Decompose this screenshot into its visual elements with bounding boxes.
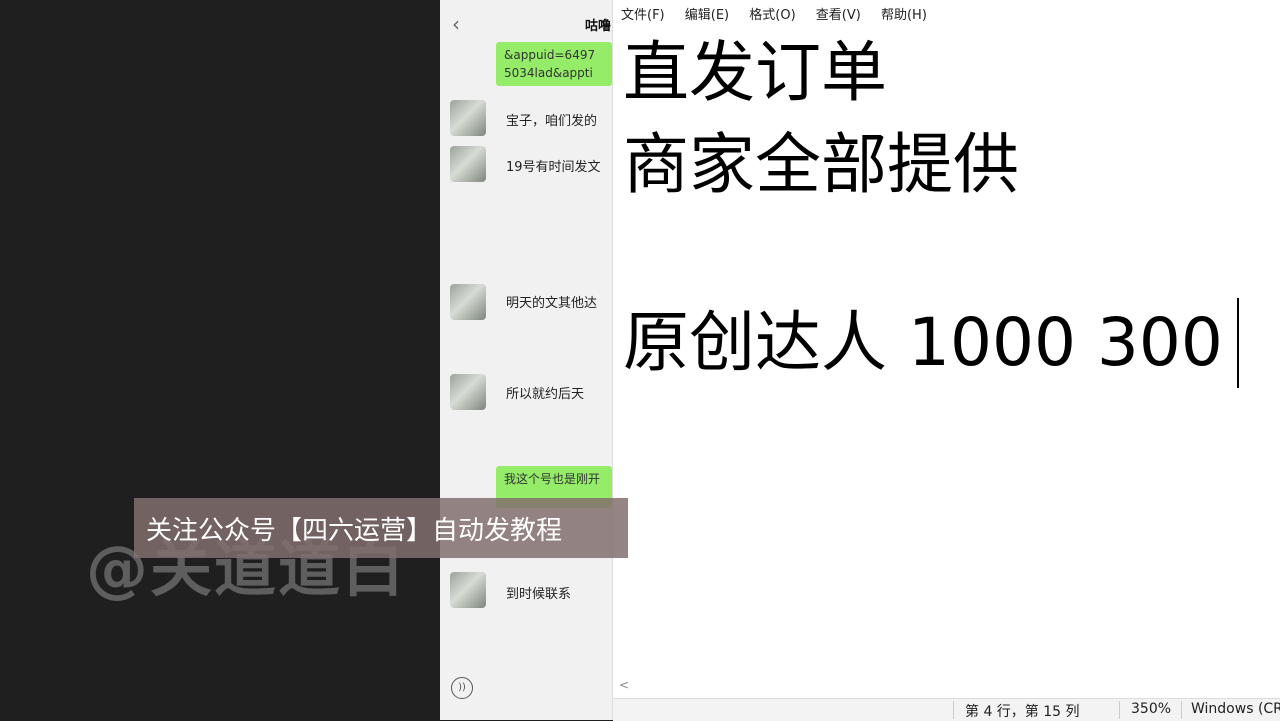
promo-banner: 关注公众号【四六运营】自动发教程	[134, 498, 628, 558]
avatar[interactable]	[450, 572, 486, 608]
zoom-level: 350%	[1131, 701, 1172, 717]
chat-title: 咕噜	[585, 19, 612, 34]
scroll-left-icon[interactable]: <	[619, 678, 629, 692]
editor-line-1[interactable]: 直发订单	[623, 40, 887, 106]
menu-file[interactable]: 文件(F)	[621, 8, 665, 23]
avatar[interactable]	[450, 100, 486, 136]
voice-icon[interactable]: ))	[451, 677, 473, 699]
avatar[interactable]	[450, 284, 486, 320]
cursor-position: 第 4 行，第 15 列	[965, 704, 1080, 720]
chat-message: 到时候联系	[506, 587, 572, 602]
chat-message: 19号有时间发文	[506, 160, 601, 175]
menu-edit[interactable]: 编辑(E)	[685, 8, 729, 23]
avatar[interactable]	[450, 146, 486, 182]
status-bar: 第 4 行，第 15 列 350% Windows (CR	[613, 698, 1280, 721]
promo-banner-text: 关注公众号【四六运营】自动发教程	[146, 516, 563, 546]
link-line-1: &appuid=6497	[504, 48, 596, 62]
notepad-window: 文件(F) 编辑(E) 格式(O) 查看(V) 帮助(H) 直发订单 商家全部提…	[612, 0, 1280, 721]
avatar[interactable]	[450, 374, 486, 410]
editor-line-4[interactable]: 原创达人 1000 300	[623, 310, 1223, 376]
text-caret	[1237, 298, 1239, 388]
menu-format[interactable]: 格式(O)	[749, 8, 795, 23]
menu-help[interactable]: 帮助(H)	[881, 8, 927, 23]
my-message-text: 我这个号也是刚开	[504, 472, 601, 486]
menu-bar: 文件(F) 编辑(E) 格式(O) 查看(V) 帮助(H)	[621, 4, 943, 23]
chat-message: 所以就约后天	[506, 387, 585, 402]
link-message-bubble[interactable]: &appuid=6497 5034lad&appti	[496, 42, 612, 86]
left-dark-area	[0, 0, 440, 720]
menu-view[interactable]: 查看(V)	[816, 8, 861, 23]
editor-line-2[interactable]: 商家全部提供	[623, 132, 1019, 198]
chat-message: 宝子，咱们发的	[506, 114, 598, 129]
chevron-left-icon[interactable]: ‹	[452, 12, 460, 36]
link-line-2: 5034lad&appti	[504, 66, 593, 80]
chat-panel: ‹ 咕噜 &appuid=6497 5034lad&appti 宝子，咱们发的 …	[440, 0, 612, 720]
chat-message: 明天的文其他达	[506, 296, 598, 311]
encoding-label: Windows (CR	[1191, 701, 1280, 717]
